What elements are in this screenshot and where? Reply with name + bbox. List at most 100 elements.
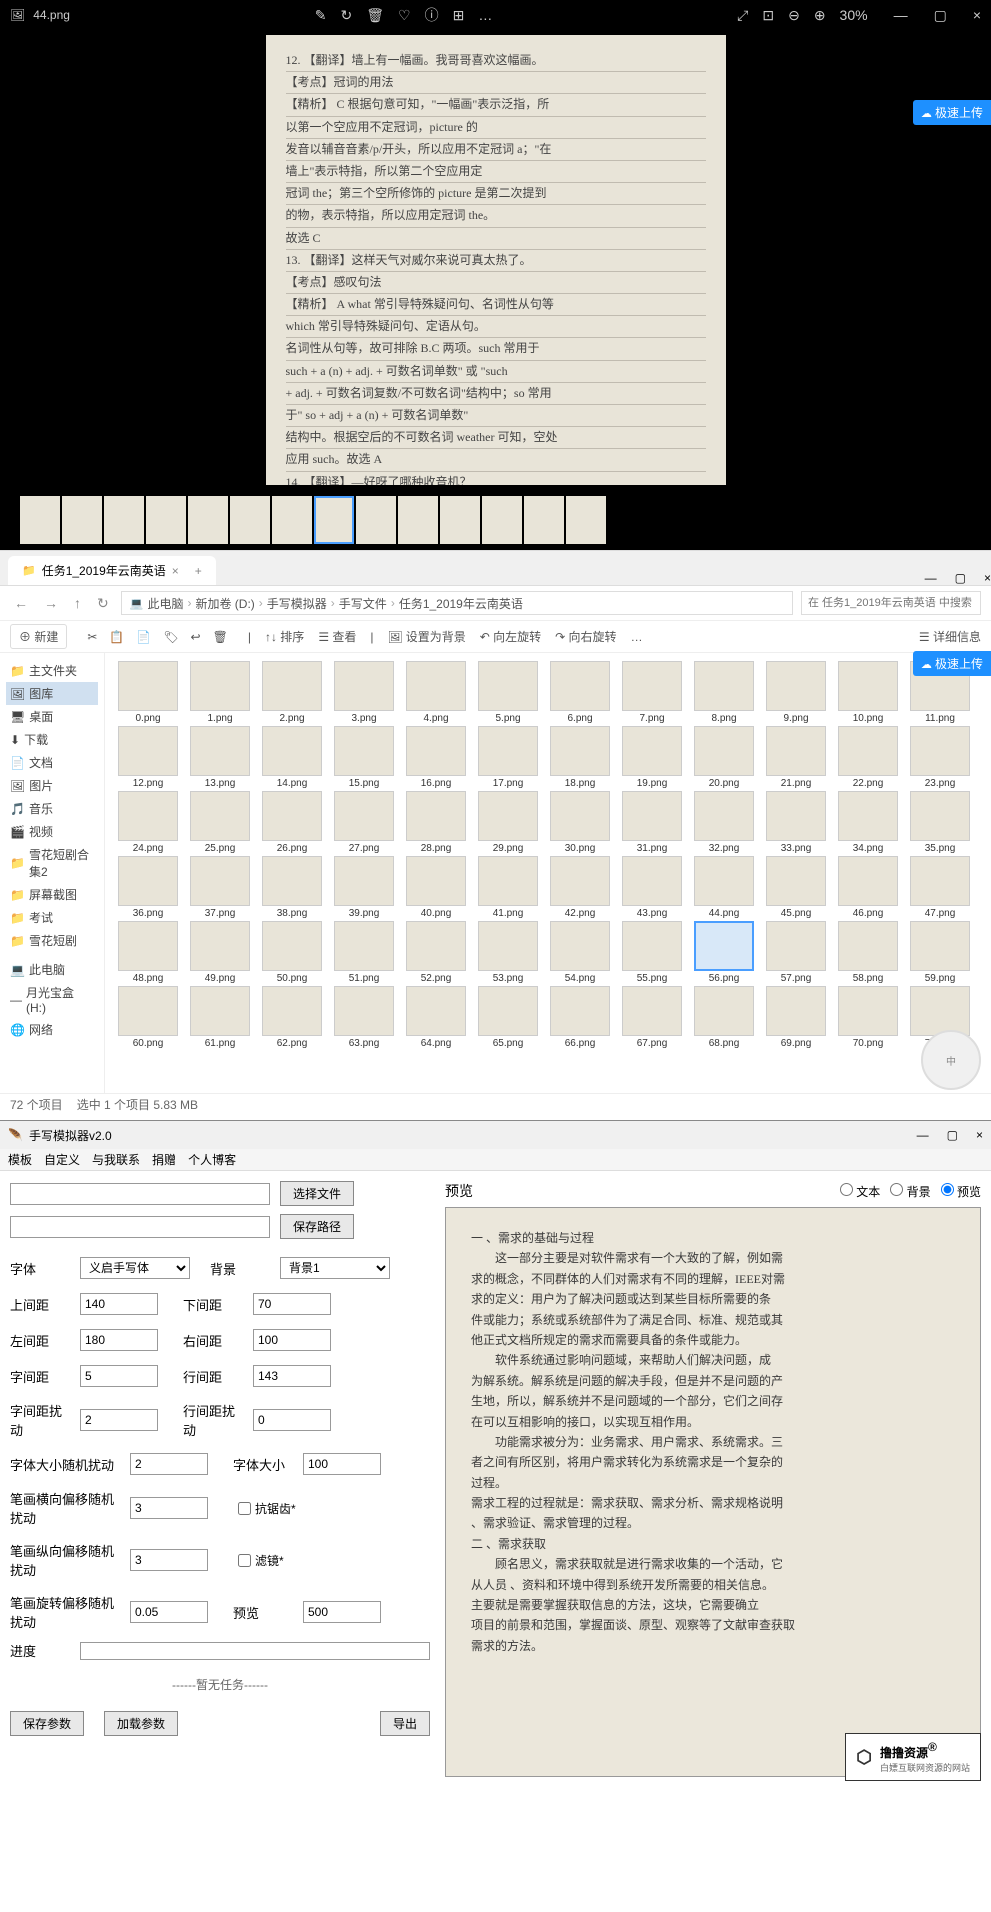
file-item[interactable]: 40.png [401,856,471,919]
file-item[interactable]: 15.png [329,726,399,789]
file-item[interactable]: 30.png [545,791,615,854]
save-path-input[interactable] [10,1216,270,1238]
thumbnail[interactable] [230,496,270,544]
breadcrumb[interactable]: 💻 此电脑 › 新加卷 (D:) › 手写模拟器 › 手写文件 › 任务1_20… [121,591,793,615]
file-item[interactable]: 48.png [113,921,183,984]
toolbar-icon[interactable]: ✂ [87,630,97,644]
file-path-input[interactable] [10,1183,270,1205]
file-item[interactable]: 10.png [833,661,903,724]
toolbar-icon[interactable]: ↻ [341,7,353,24]
file-item[interactable]: 38.png [257,856,327,919]
sidebar-item[interactable]: 📁屏幕截图 [6,883,98,906]
close-button[interactable]: × [984,571,991,585]
sidebar-item[interactable]: —月光宝盒 (H:) [6,981,98,1018]
toolbar-icon[interactable]: 📄 [136,630,151,644]
toolbar-icon[interactable]: ✎ [315,7,327,24]
file-item[interactable]: 49.png [185,921,255,984]
cloud-upload-button[interactable]: ☁ 极速上传 [913,651,991,676]
details-button[interactable]: ☰ 详细信息 [919,628,981,645]
file-item[interactable]: 2.png [257,661,327,724]
thumbnail[interactable] [62,496,102,544]
file-item[interactable]: 4.png [401,661,471,724]
file-item[interactable]: 33.png [761,791,831,854]
file-item[interactable]: 39.png [329,856,399,919]
param-input[interactable] [80,1409,158,1431]
file-item[interactable]: 34.png [833,791,903,854]
window-button[interactable]: × [973,7,981,23]
file-item[interactable]: 58.png [833,921,903,984]
window-button[interactable]: ▢ [934,7,947,24]
set-bg-button[interactable]: 🖼 设置为背景 [388,628,466,645]
file-item[interactable]: 55.png [617,921,687,984]
window-button[interactable]: — [894,7,908,23]
sort-button[interactable]: ↑↓ 排序 [265,628,304,645]
file-item[interactable]: 54.png [545,921,615,984]
minimize-button[interactable]: — [917,1128,929,1142]
sidebar-item[interactable]: 🎬视频 [6,820,98,843]
file-item[interactable]: 64.png [401,986,471,1049]
sidebar-item[interactable]: 📁雪花短剧 [6,929,98,952]
maximize-button[interactable]: ▢ [947,1128,958,1142]
param-input[interactable] [80,1365,158,1387]
menu-item[interactable]: 个人博客 [188,1151,236,1168]
radio-option[interactable]: 预览 [941,1183,981,1200]
file-item[interactable]: 26.png [257,791,327,854]
toolbar-icon[interactable]: ⊡ [762,7,774,24]
sidebar-item[interactable]: 🖼图库 [6,682,98,705]
checkbox[interactable] [238,1502,251,1515]
file-item[interactable]: 66.png [545,986,615,1049]
param-input[interactable] [253,1409,331,1431]
radio-option[interactable]: 背景 [890,1183,930,1200]
file-item[interactable]: 5.png [473,661,543,724]
load-params-button[interactable]: 加载参数 [104,1711,178,1736]
toolbar-icon[interactable]: 🏷 [163,630,178,644]
param-input[interactable] [80,1293,158,1315]
checkbox[interactable] [238,1554,251,1567]
sidebar-item[interactable]: 📁主文件夹 [6,659,98,682]
menu-item[interactable]: 自定义 [44,1151,80,1168]
menu-item[interactable]: 与我联系 [92,1151,140,1168]
thumbnail[interactable] [20,496,60,544]
param-input[interactable] [253,1293,331,1315]
file-item[interactable]: 22.png [833,726,903,789]
param-input[interactable] [303,1601,381,1623]
close-icon[interactable]: × [172,564,179,578]
thumbnail[interactable] [146,496,186,544]
file-item[interactable]: 59.png [905,921,975,984]
nav-fwd[interactable]: → [40,595,62,611]
param-input[interactable] [130,1549,208,1571]
file-item[interactable]: 19.png [617,726,687,789]
minimize-button[interactable]: — [925,571,937,585]
thumbnail[interactable] [356,496,396,544]
thumbnail[interactable] [104,496,144,544]
file-item[interactable]: 24.png [113,791,183,854]
file-item[interactable]: 1.png [185,661,255,724]
file-item[interactable]: 51.png [329,921,399,984]
file-item[interactable]: 8.png [689,661,759,724]
crumb[interactable]: 新加卷 (D:) [195,595,254,612]
file-item[interactable]: 68.png [689,986,759,1049]
file-item[interactable]: 61.png [185,986,255,1049]
toolbar-icon[interactable]: ⓘ [425,5,439,25]
file-item[interactable]: 63.png [329,986,399,1049]
file-item[interactable]: 44.png [689,856,759,919]
file-item[interactable]: 50.png [257,921,327,984]
export-button[interactable]: 导出 [380,1711,430,1736]
file-item[interactable]: 47.png [905,856,975,919]
file-item[interactable]: 0.png [113,661,183,724]
file-item[interactable]: 31.png [617,791,687,854]
nav-refresh[interactable]: ↻ [93,595,113,612]
file-item[interactable]: 67.png [617,986,687,1049]
sidebar-item[interactable]: 📁雪花短剧合集2 [6,843,98,883]
crumb[interactable]: 任务1_2019年云南英语 [399,595,523,612]
file-item[interactable]: 21.png [761,726,831,789]
new-button[interactable]: ⊕ 新建 [10,624,67,649]
sidebar-item[interactable]: 💻此电脑 [6,958,98,981]
nav-up[interactable]: ↑ [70,595,85,611]
toolbar-icon[interactable]: ↩ [191,630,201,644]
thumbnail[interactable] [440,496,480,544]
menu-item[interactable]: 模板 [8,1151,32,1168]
toolbar-icon[interactable]: ♡ [398,7,411,24]
param-input[interactable] [130,1453,208,1475]
file-item[interactable]: 42.png [545,856,615,919]
